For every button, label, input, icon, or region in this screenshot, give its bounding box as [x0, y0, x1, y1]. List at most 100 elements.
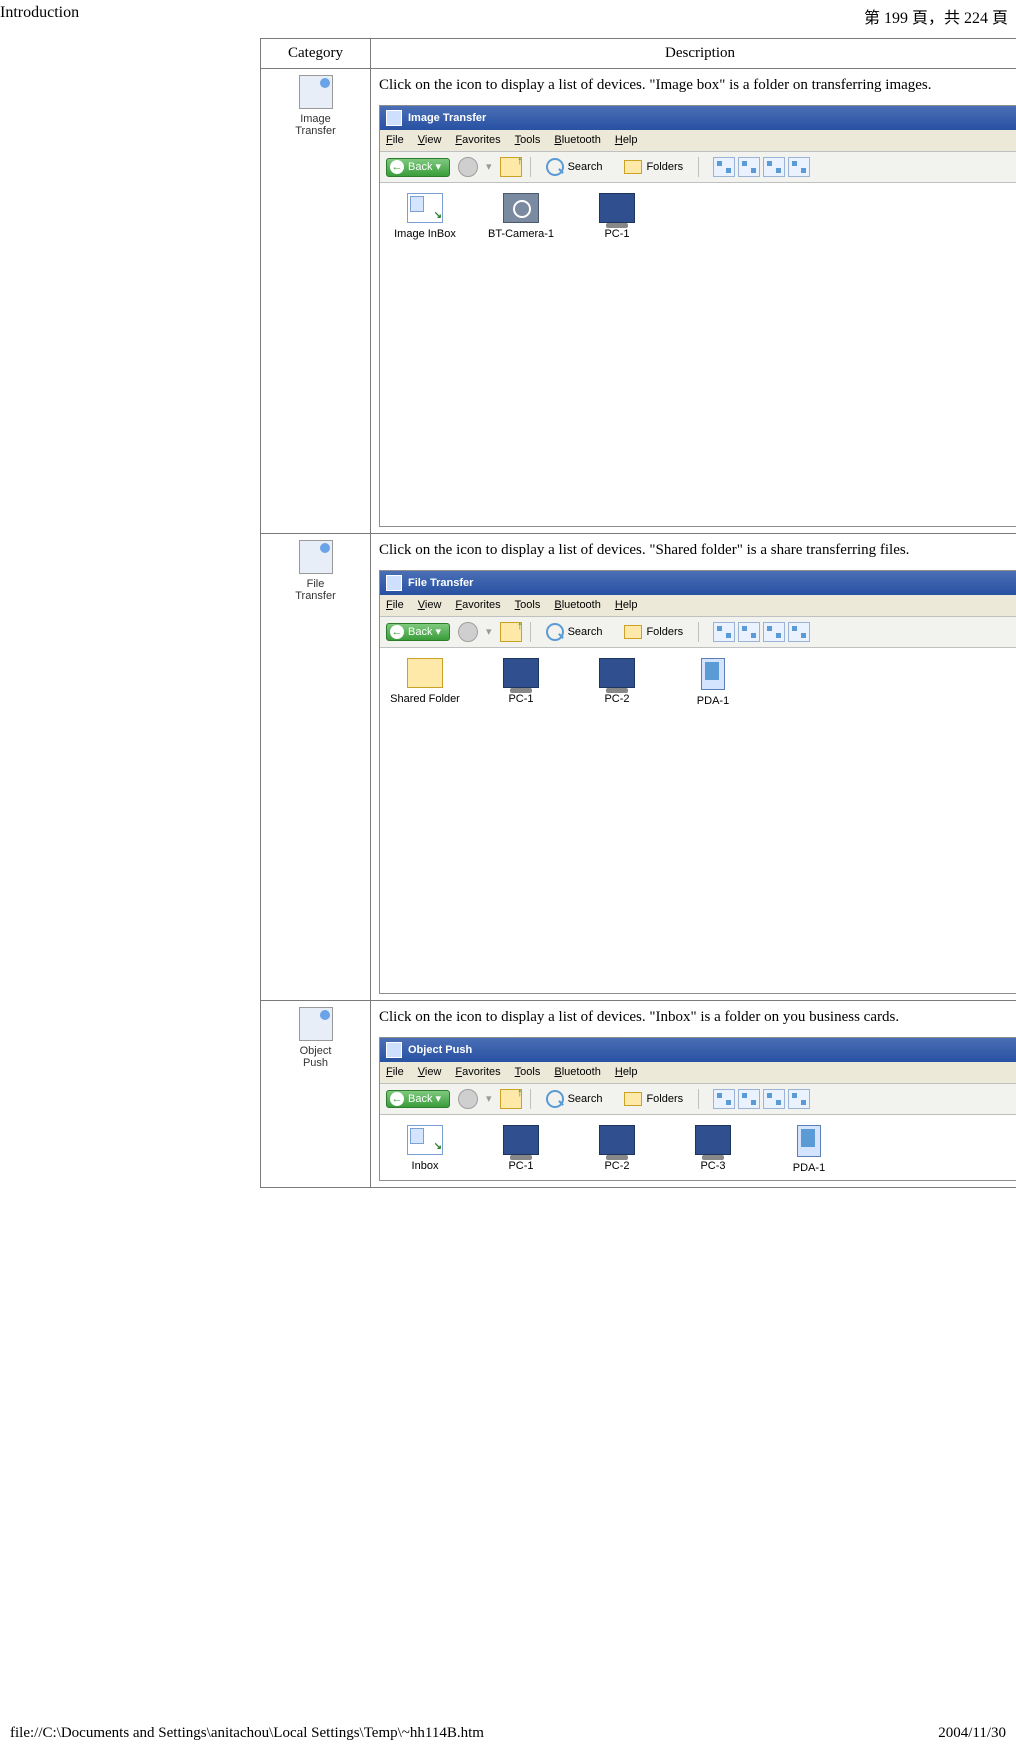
view-buttons: [713, 1089, 810, 1109]
window-titlebar: File Transfer: [380, 571, 1016, 595]
menubar: File View Favorites Tools Bluetooth Help: [380, 595, 1016, 617]
description-text: Click on the icon to display a list of d…: [379, 75, 1016, 95]
view-btn[interactable]: [788, 157, 810, 177]
category-icon[interactable]: [299, 540, 333, 574]
file-label: PC-1: [486, 692, 556, 707]
file-item[interactable]: Shared Folder: [390, 658, 460, 709]
menu-item[interactable]: View: [418, 133, 442, 148]
forward-button[interactable]: [458, 157, 478, 177]
view-btn[interactable]: [788, 1089, 810, 1109]
file-label: PC-2: [582, 692, 652, 707]
file-item[interactable]: Image InBox: [390, 193, 460, 242]
view-btn[interactable]: [738, 1089, 760, 1109]
app-icon: [386, 575, 402, 591]
pc-icon: [599, 193, 635, 223]
view-btn[interactable]: [763, 157, 785, 177]
pda-icon: [701, 658, 725, 690]
up-button[interactable]: [500, 622, 522, 642]
menu-item[interactable]: Favorites: [455, 598, 500, 613]
up-button[interactable]: [500, 157, 522, 177]
view-btn[interactable]: [763, 622, 785, 642]
file-label: PC-1: [486, 1159, 556, 1174]
file-item[interactable]: PC-3: [678, 1125, 748, 1176]
view-btn[interactable]: [763, 1089, 785, 1109]
menu-item[interactable]: File: [386, 133, 404, 148]
menu-item[interactable]: Help: [615, 598, 638, 613]
view-btn[interactable]: [738, 622, 760, 642]
menu-item[interactable]: Help: [615, 1065, 638, 1080]
file-area: Inbox PC-1 PC-2 PC-3 PDA-1: [380, 1115, 1016, 1180]
menu-item[interactable]: Bluetooth: [554, 1065, 601, 1080]
file-label: PC-1: [582, 227, 652, 242]
file-label: BT-Camera-1: [486, 227, 556, 242]
menu-item[interactable]: Help: [615, 133, 638, 148]
menu-item[interactable]: Bluetooth: [554, 133, 601, 148]
view-btn[interactable]: [713, 622, 735, 642]
file-item[interactable]: PC-1: [486, 658, 556, 709]
search-icon: [546, 158, 564, 176]
file-item[interactable]: BT-Camera-1: [486, 193, 556, 242]
folder-icon: [624, 160, 642, 174]
file-path: file://C:\Documents and Settings\anitach…: [10, 1725, 484, 1742]
explorer-window: Image Transfer File View Favorites Tools Blue…: [379, 105, 1016, 527]
back-button[interactable]: ← Back ▾: [386, 623, 450, 642]
window-title: Object Push: [408, 1043, 472, 1058]
search-button[interactable]: Search: [539, 156, 610, 178]
search-button[interactable]: Search: [539, 1088, 610, 1110]
view-btn[interactable]: [713, 1089, 735, 1109]
file-item[interactable]: PC-1: [582, 193, 652, 242]
window-title: File Transfer: [408, 576, 473, 591]
file-label: PC-2: [582, 1159, 652, 1174]
description-cell: Click on the icon to display a list of d…: [371, 1000, 1016, 1187]
menu-item[interactable]: View: [418, 598, 442, 613]
view-btn[interactable]: [788, 622, 810, 642]
cam-icon: [503, 193, 539, 223]
file-item[interactable]: Inbox: [390, 1125, 460, 1176]
view-buttons: [713, 622, 810, 642]
folders-button[interactable]: Folders: [617, 158, 690, 177]
category-icon[interactable]: [299, 1007, 333, 1041]
pc-icon: [503, 1125, 539, 1155]
file-item[interactable]: PDA-1: [678, 658, 748, 709]
forward-button[interactable]: [458, 1089, 478, 1109]
up-button[interactable]: [500, 1089, 522, 1109]
file-item[interactable]: PDA-1: [774, 1125, 844, 1176]
back-button[interactable]: ← Back ▾: [386, 158, 450, 177]
file-label: PDA-1: [774, 1161, 844, 1176]
back-button[interactable]: ← Back ▾: [386, 1090, 450, 1109]
file-label: Inbox: [390, 1159, 460, 1174]
forward-button[interactable]: [458, 622, 478, 642]
category-icon[interactable]: [299, 75, 333, 109]
col-category: Category: [261, 39, 371, 69]
search-button[interactable]: Search: [539, 621, 610, 643]
menu-item[interactable]: Favorites: [455, 133, 500, 148]
folders-button[interactable]: Folders: [617, 1090, 690, 1109]
pc-icon: [599, 1125, 635, 1155]
toolbar: ← Back ▾▾ Search Folders: [380, 152, 1016, 183]
page-footer: file://C:\Documents and Settings\anitach…: [0, 1725, 1016, 1742]
file-item[interactable]: PC-2: [582, 658, 652, 709]
menu-item[interactable]: Favorites: [455, 1065, 500, 1080]
menu-item[interactable]: File: [386, 598, 404, 613]
explorer-window: File Transfer File View Favorites Tools Bluet…: [379, 570, 1016, 994]
view-btn[interactable]: [738, 157, 760, 177]
search-icon: [546, 623, 564, 641]
menu-item[interactable]: Bluetooth: [554, 598, 601, 613]
menu-item[interactable]: Tools: [515, 1065, 541, 1080]
folder-icon: [624, 625, 642, 639]
file-label: PDA-1: [678, 694, 748, 709]
folder-icon: [407, 658, 443, 688]
menu-item[interactable]: View: [418, 1065, 442, 1080]
table-row: ImageTransferClick on the icon to displa…: [261, 69, 1016, 534]
menu-item[interactable]: Tools: [515, 133, 541, 148]
file-item[interactable]: PC-2: [582, 1125, 652, 1176]
file-item[interactable]: PC-1: [486, 1125, 556, 1176]
app-icon: [386, 1042, 402, 1058]
window-titlebar: Image Transfer: [380, 106, 1016, 130]
window-titlebar: Object Push: [380, 1038, 1016, 1062]
menu-item[interactable]: File: [386, 1065, 404, 1080]
view-btn[interactable]: [713, 157, 735, 177]
table-row: FileTransferClick on the icon to display…: [261, 533, 1016, 1000]
folders-button[interactable]: Folders: [617, 623, 690, 642]
menu-item[interactable]: Tools: [515, 598, 541, 613]
